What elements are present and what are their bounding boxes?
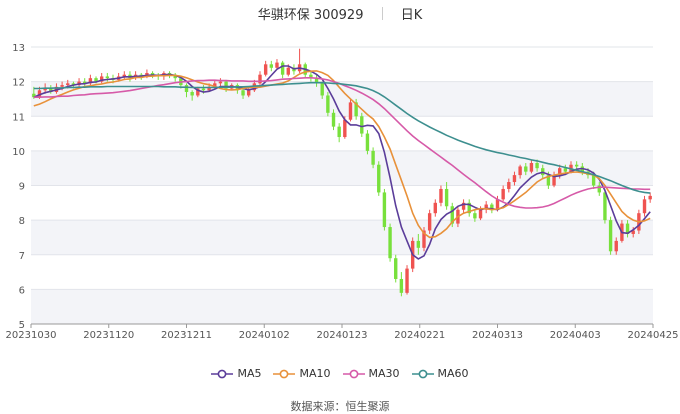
x-tick-label: 20240313 [472, 330, 523, 341]
x-tick-label: 20231030 [6, 330, 57, 341]
y-tick-label: 7 [19, 251, 25, 262]
candle-body [331, 112, 336, 127]
chart-legend: MA5 MA10 MA30 MA60 [0, 367, 680, 380]
candle-body [535, 162, 539, 169]
grid-band [31, 220, 653, 255]
candle-body [439, 188, 443, 203]
candle-body [60, 85, 64, 87]
candle-body [524, 166, 528, 172]
legend-item-ma5[interactable]: MA5 [211, 367, 261, 380]
candle-body [563, 168, 568, 172]
candle-body [603, 192, 607, 221]
candle-body [382, 192, 387, 228]
legend-swatch-icon [273, 369, 296, 379]
y-tick-label: 6 [19, 285, 25, 296]
candle-body [66, 83, 70, 86]
candle-body [280, 62, 285, 75]
candle-body [247, 90, 251, 96]
candle-body [648, 195, 652, 200]
candle-body [377, 164, 381, 193]
candle-body [326, 95, 330, 113]
data-source: 数据来源：恒生聚源 [290, 400, 390, 413]
candle-body [507, 182, 511, 189]
y-tick-label: 12 [12, 78, 25, 89]
candle-body [348, 102, 353, 120]
y-tick-label: 13 [12, 43, 25, 54]
legend-item-ma60[interactable]: MA60 [411, 367, 469, 380]
candle-body [512, 175, 517, 183]
candle-body [614, 240, 618, 252]
y-tick-label: 10 [12, 147, 25, 158]
candle-body [371, 150, 375, 165]
candle-body [427, 213, 432, 231]
candle-body [201, 88, 206, 91]
candle-body [478, 209, 483, 219]
x-tick-label: 20231120 [83, 330, 134, 341]
candle-body [433, 202, 437, 214]
candle-body [473, 213, 477, 219]
x-tick-label: 20231211 [161, 330, 212, 341]
legend-label: MA30 [368, 367, 400, 380]
candle-body [405, 268, 409, 293]
y-tick-label: 8 [19, 216, 25, 227]
x-tick-label: 20240425 [628, 330, 679, 341]
legend-label: MA10 [299, 367, 331, 380]
candle-body [416, 240, 421, 248]
y-tick-label: 9 [19, 182, 25, 193]
grid-band [31, 254, 653, 290]
candle-body [218, 81, 223, 84]
candle-body [518, 166, 522, 176]
candle-body [608, 220, 613, 252]
legend-label: MA5 [237, 367, 262, 380]
legend-item-ma10[interactable]: MA10 [273, 367, 331, 380]
candle-body [394, 258, 398, 279]
candle-body [574, 164, 579, 167]
legend-swatch-icon [211, 369, 234, 379]
candle-body [105, 76, 110, 79]
candle-body [269, 64, 274, 68]
x-tick-label: 20240403 [550, 330, 601, 341]
candle-body [190, 92, 194, 96]
candle-body [337, 126, 341, 138]
candle-body [286, 67, 290, 75]
y-tick-label: 11 [12, 112, 25, 123]
candle-body [642, 199, 647, 214]
kline-chart: 567891011121320231030 20231120 20231211 202… [6, 43, 679, 341]
candle-body [275, 62, 279, 68]
grid-band [31, 116, 653, 151]
legend-item-ma30[interactable]: MA30 [342, 367, 400, 380]
legend-swatch-icon [342, 369, 365, 379]
grid-band [31, 185, 653, 221]
candle-body [388, 227, 392, 259]
candle-body [241, 90, 245, 96]
legend-label: MA60 [437, 367, 469, 380]
candle-body [529, 162, 534, 172]
candle-body [263, 64, 268, 75]
grid-band [31, 289, 653, 324]
x-tick-label: 20240123 [317, 330, 368, 341]
candle-body [399, 278, 404, 293]
x-tick-label: 20240221 [394, 330, 445, 341]
candle-body [444, 188, 449, 207]
x-tick-label: 20240102 [239, 330, 290, 341]
candle-body [365, 133, 370, 151]
candle-body [501, 188, 505, 200]
legend-swatch-icon [411, 369, 434, 379]
candle-body [360, 116, 364, 134]
candle-body [320, 83, 324, 96]
candle-body [343, 119, 347, 138]
candle-body [184, 85, 189, 93]
